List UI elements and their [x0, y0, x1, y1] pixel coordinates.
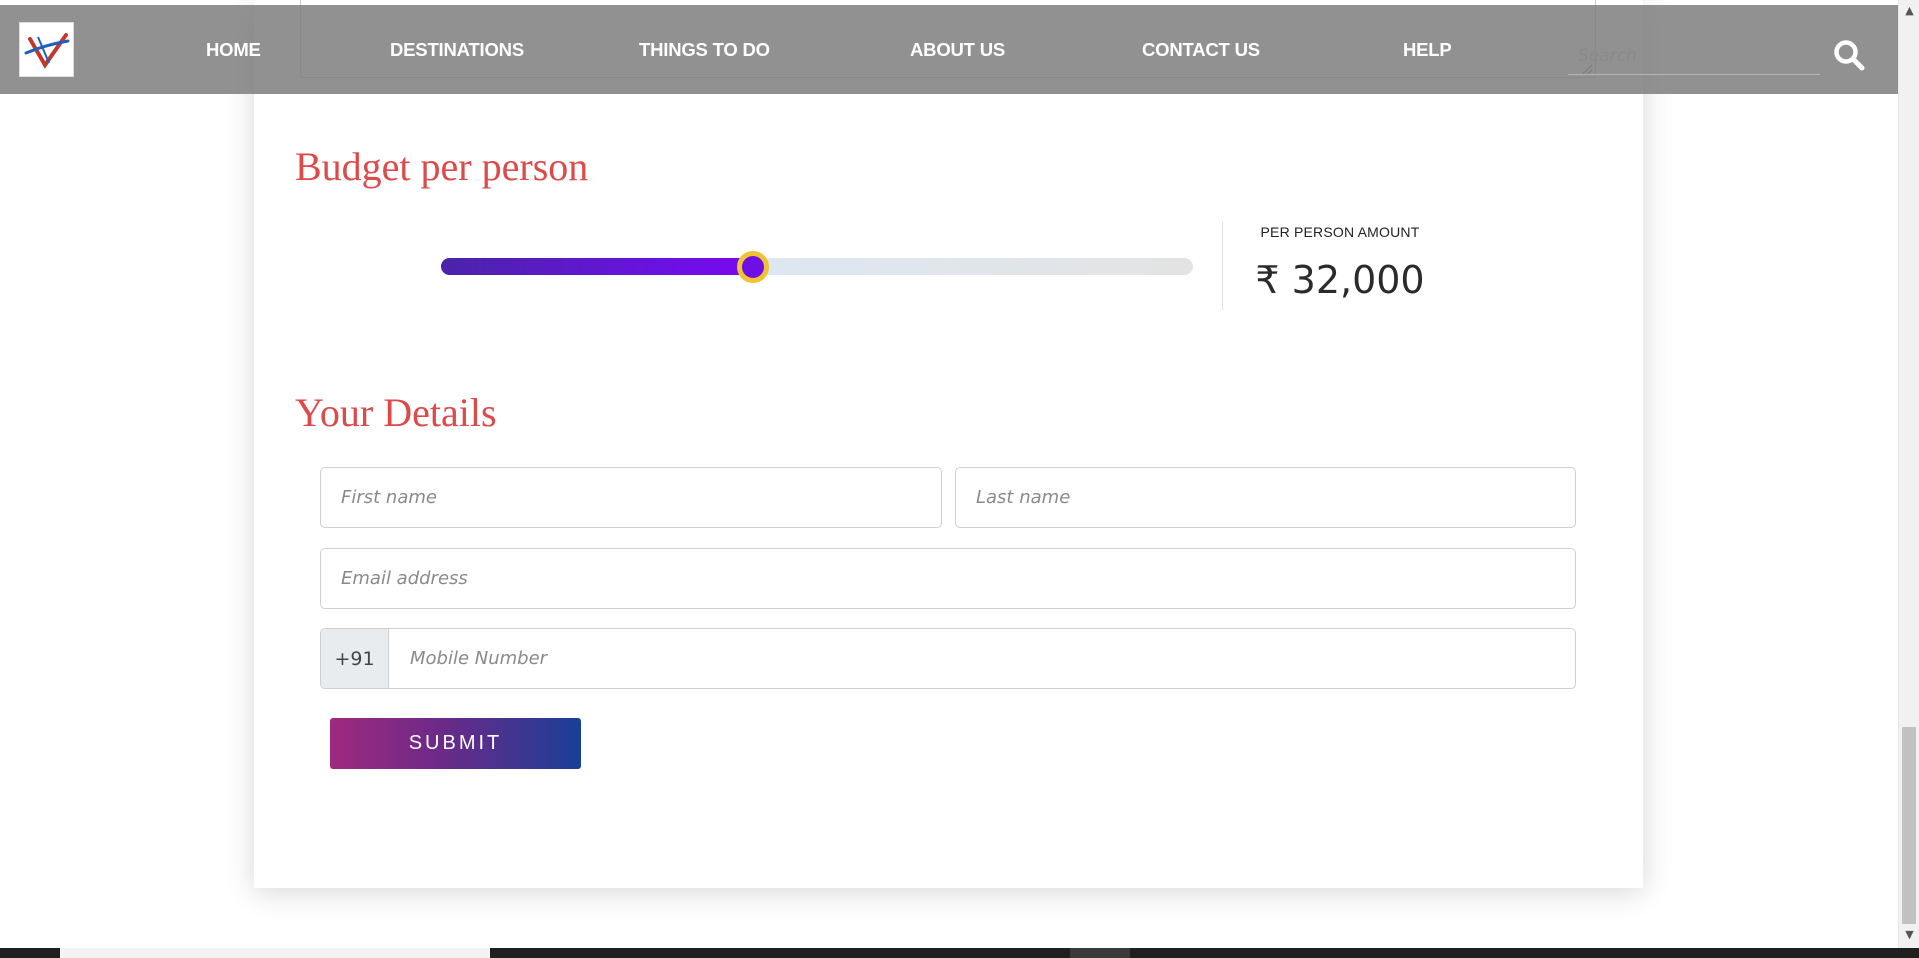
nav-home[interactable]: HOME [206, 39, 261, 61]
taskbar-search-box[interactable] [60, 948, 490, 958]
country-code-prefix: +91 [321, 629, 389, 688]
nav-destinations[interactable]: DESTINATIONS [390, 39, 524, 61]
logo-icon [24, 33, 70, 69]
nav-help[interactable]: HELP [1403, 39, 1452, 61]
top-navbar: HOME DESTINATIONS THINGS TO DO ABOUT US … [0, 5, 1898, 94]
first-name-field[interactable] [320, 467, 942, 528]
os-taskbar [0, 948, 1919, 958]
per-person-amount-value: ₹ 32,000 [1255, 258, 1425, 302]
submit-button[interactable]: SUBMIT [330, 718, 581, 769]
budget-slider-thumb[interactable] [737, 250, 770, 283]
nav-contact-us[interactable]: CONTACT US [1142, 39, 1260, 61]
taskbar-active-app[interactable] [1070, 948, 1130, 958]
budget-heading: Budget per person [295, 144, 589, 189]
budget-slider[interactable] [441, 250, 1193, 283]
search-input[interactable] [1578, 41, 1798, 71]
per-person-amount-label: PER PERSON AMOUNT [1260, 224, 1420, 240]
search-icon[interactable] [1832, 38, 1866, 72]
mobile-number-field[interactable] [390, 629, 1575, 688]
mobile-input-group: +91 [320, 628, 1576, 689]
last-name-field[interactable] [955, 467, 1576, 528]
site-logo[interactable] [19, 22, 74, 77]
scroll-down-arrow-icon[interactable]: ▼ [1899, 928, 1919, 944]
scrollbar-thumb[interactable] [1902, 727, 1916, 924]
email-field[interactable] [320, 548, 1576, 609]
nav-things-to-do[interactable]: THINGS TO DO [639, 39, 770, 61]
nav-about-us[interactable]: ABOUT US [910, 39, 1005, 61]
budget-slider-fill [441, 258, 754, 275]
page-scrollbar[interactable]: ▲ ▼ [1898, 0, 1919, 948]
scroll-up-arrow-icon[interactable]: ▲ [1899, 4, 1919, 20]
details-heading: Your Details [295, 390, 497, 435]
